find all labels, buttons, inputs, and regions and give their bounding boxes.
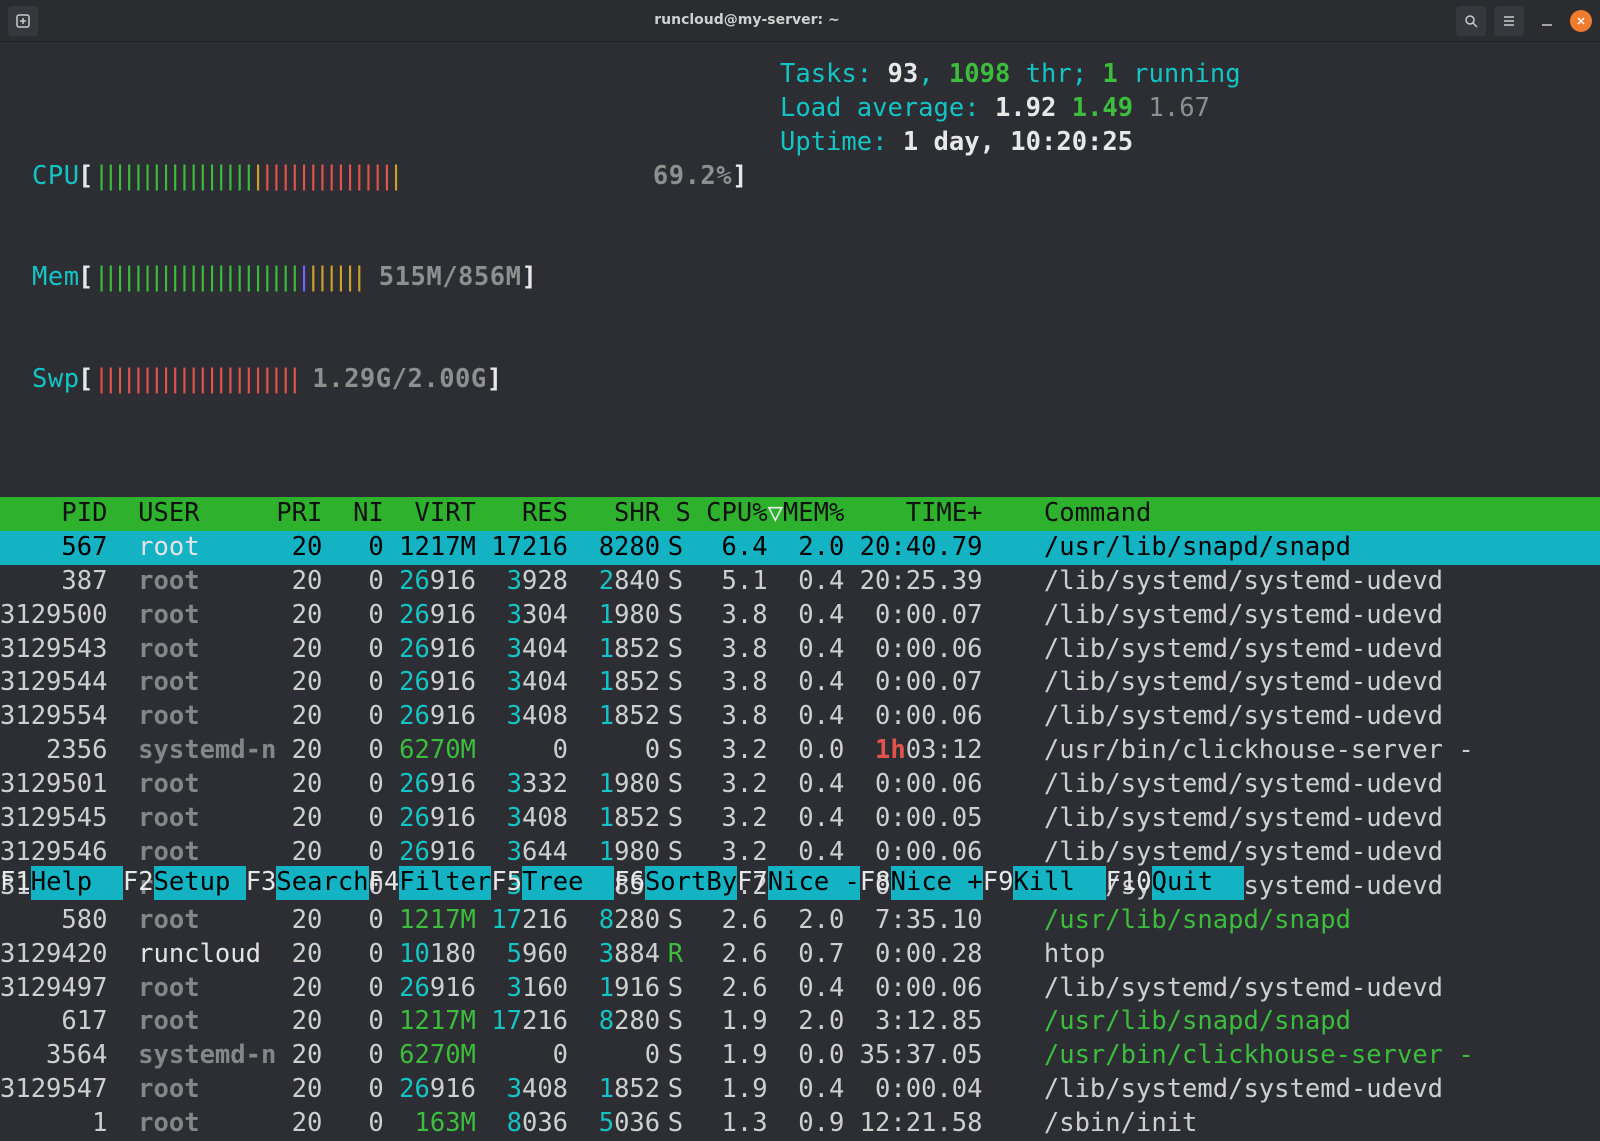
mem-label: Mem [32,261,78,295]
swp-meter: Swp[||||||||||||||||||||||1.29G/2.00G] [32,363,748,397]
cpu-label: CPU [32,160,78,194]
table-row[interactable]: 3564 systemd-n 20 0 6270M 0 0S 1.9 0.0 3… [0,1039,1600,1073]
table-row[interactable]: 580 root 20 0 1217M 17216 8280S 2.6 2.0 … [0,904,1600,938]
table-row[interactable]: 3129554 root 20 0 26916 3408 1852S 3.8 0… [0,700,1600,734]
minimize-button[interactable] [1532,6,1562,36]
func-f6[interactable]: F6SortBy [614,866,737,900]
table-row[interactable]: 2356 systemd-n 20 0 6270M 0 0S 3.2 0.0 1… [0,734,1600,768]
func-f1[interactable]: F1Help [0,866,123,900]
table-row[interactable]: 3129501 root 20 0 26916 3332 1980S 3.2 0… [0,768,1600,802]
cpu-pct: 69.2% [505,160,732,194]
table-row[interactable]: 3129545 root 20 0 26916 3408 1852S 3.2 0… [0,802,1600,836]
cpu-meter: CPU[|||||||||||||||||||||||||||||||||69.… [32,160,748,194]
table-row[interactable]: 3129547 root 20 0 26916 3408 1852S 1.9 0… [0,1073,1600,1107]
table-row[interactable]: 1 root 20 0 163M 8036 5036S 1.3 0.9 12:2… [0,1107,1600,1141]
func-f8[interactable]: F8Nice + [860,866,983,900]
function-key-bar[interactable]: F1Help F2Setup F3SearchF4FilterF5Tree F6… [0,866,1600,900]
table-row[interactable]: 3129546 root 20 0 26916 3644 1980S 3.2 0… [0,836,1600,870]
process-table[interactable]: PID USER PRI NI VIRT RES SHR S CPU%▽MEM%… [0,477,1600,1141]
window-title: runcloud@my-server: ~ [46,11,1448,30]
func-f4[interactable]: F4Filter [369,866,492,900]
func-f9[interactable]: F9Kill [983,866,1106,900]
func-f3[interactable]: F3Search [246,866,369,900]
table-header[interactable]: PID USER PRI NI VIRT RES SHR S CPU%▽MEM%… [0,497,1600,531]
uptime-line: Uptime: 1 day, 10:20:25 [780,126,1241,160]
tasks-line: Tasks: 93, 1098 thr; 1 running [780,58,1241,92]
func-f10[interactable]: F10Quit [1106,866,1244,900]
mem-value: 515M/856M [361,261,522,295]
new-tab-button[interactable] [8,6,38,36]
table-row[interactable]: 3129497 root 20 0 26916 3160 1916S 2.6 0… [0,972,1600,1006]
table-row[interactable]: 3129544 root 20 0 26916 3404 1852S 3.8 0… [0,666,1600,700]
func-f7[interactable]: F7Nice - [737,866,860,900]
mem-meter: Mem[|||||||||||||||||||||||||||||515M/85… [32,261,748,295]
table-row[interactable]: 3129543 root 20 0 26916 3404 1852S 3.8 0… [0,633,1600,667]
table-row[interactable]: 617 root 20 0 1217M 17216 8280S 1.9 2.0 … [0,1005,1600,1039]
window-titlebar: runcloud@my-server: ~ [0,0,1600,42]
search-icon[interactable] [1456,6,1486,36]
load-line: Load average: 1.92 1.49 1.67 [780,92,1241,126]
table-row[interactable]: 3129500 root 20 0 26916 3304 1980S 3.8 0… [0,599,1600,633]
table-row[interactable]: 3129420 runcloud 20 0 10180 5960 3884R 2… [0,938,1600,972]
swp-label: Swp [32,363,78,397]
close-button[interactable] [1570,10,1592,32]
meters-panel: CPU[|||||||||||||||||||||||||||||||||69.… [0,58,780,477]
table-row[interactable]: 387 root 20 0 26916 3928 2840S 5.1 0.4 2… [0,565,1600,599]
func-f2[interactable]: F2Setup [123,866,246,900]
system-stats: Tasks: 93, 1098 thr; 1 running Load aver… [780,58,1241,477]
swp-value: 1.29G/2.00G [296,363,486,397]
table-row[interactable]: 567 root 20 0 1217M 17216 8280S 6.4 2.0 … [0,531,1600,565]
hamburger-icon[interactable] [1494,6,1524,36]
func-f5[interactable]: F5Tree [491,866,614,900]
